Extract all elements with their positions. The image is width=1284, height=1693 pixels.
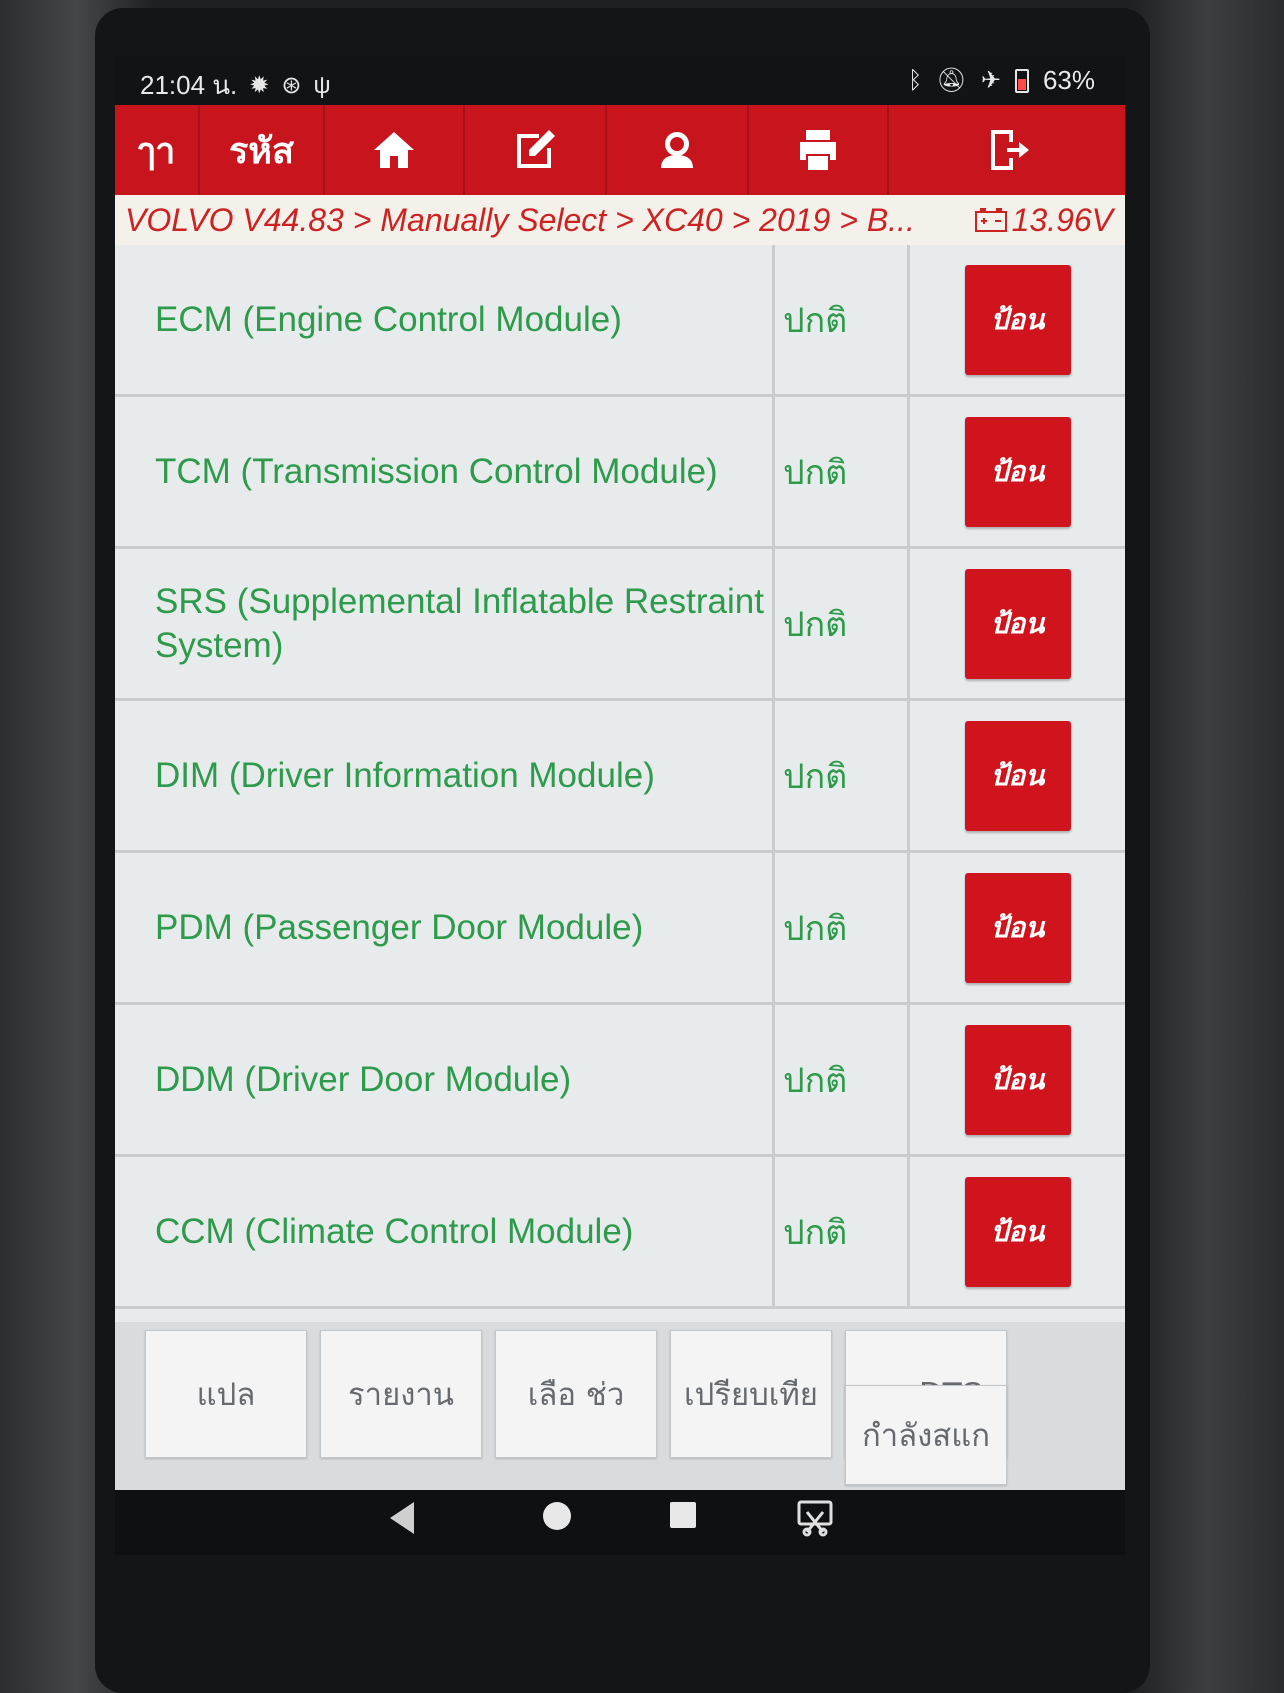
module-action-cell: ป้อน	[910, 549, 1125, 698]
module-status: ปกติ	[775, 701, 910, 850]
module-action-cell: ป้อน	[910, 1005, 1125, 1154]
module-name: CCM (Climate Control Module)	[115, 1157, 775, 1306]
module-name: ECM (Engine Control Module)	[115, 245, 775, 394]
module-status: ปกติ	[775, 549, 910, 698]
enter-button[interactable]: ป้อน	[964, 872, 1071, 983]
compare-button[interactable]: เปรียบเทีย	[670, 1330, 832, 1458]
module-name: PDM (Passenger Door Module)	[115, 853, 775, 1002]
enter-button[interactable]: ป้อน	[964, 568, 1071, 679]
home-nav-icon[interactable]	[543, 1502, 571, 1530]
recent-apps-icon[interactable]	[670, 1502, 696, 1528]
module-row: DIM (Driver Information Module) ปกติ ป้อ…	[115, 701, 1125, 853]
status-right: ᛒ 🔕︎ ✈ 63%	[908, 65, 1095, 96]
code-label: รหัส	[228, 130, 295, 172]
module-row: ECM (Engine Control Module) ปกติ ป้อน	[115, 245, 1125, 397]
translate-button[interactable]: แปล	[145, 1330, 307, 1458]
user-support-icon	[661, 132, 693, 168]
battery-icon	[1014, 68, 1029, 93]
enter-button[interactable]: ป้อน	[964, 416, 1071, 527]
module-action-cell: ป้อน	[910, 701, 1125, 850]
voltage-value: 13.96V	[1011, 201, 1113, 238]
module-status: ปกติ	[775, 245, 910, 394]
enter-button[interactable]: ป้อน	[964, 1176, 1071, 1287]
muted-bell-icon: 🔕︎	[936, 67, 967, 94]
enter-button[interactable]: ป้อน	[964, 1024, 1071, 1135]
status-bar: 21:04 น. ✹ ⊛ ψ ᛒ 🔕︎ ✈ 63%	[115, 55, 1125, 105]
module-name: SRS (Supplemental Inflatable Restraint S…	[115, 549, 775, 698]
enter-button[interactable]: ป้อน	[964, 720, 1071, 831]
module-name: DDM (Driver Door Module)	[115, 1005, 775, 1154]
module-list: ECM (Engine Control Module) ปกติ ป้อน TC…	[115, 245, 1125, 1322]
edit-icon	[517, 130, 555, 168]
select-button[interactable]: เลือ ช่ว	[495, 1330, 657, 1458]
module-row: SRS (Supplemental Inflatable Restraint S…	[115, 549, 1125, 701]
module-row: DDM (Driver Door Module) ปกติ ป้อน	[115, 1005, 1125, 1157]
module-action-cell: ป้อน	[910, 245, 1125, 394]
home-button[interactable]	[325, 105, 465, 195]
user-support-button[interactable]	[607, 105, 749, 195]
bluetooth-icon: ᛒ	[907, 66, 923, 94]
module-status: ปกติ	[775, 1005, 910, 1154]
module-action-cell: ป้อน	[910, 853, 1125, 1002]
code-button[interactable]: รหัส	[200, 105, 325, 195]
system-nav-bar	[115, 1490, 1125, 1555]
module-status: ปกติ	[775, 1157, 910, 1306]
stethoscope-icon: ψ	[313, 71, 331, 99]
print-icon	[800, 130, 836, 170]
back-button[interactable]: ๅา	[115, 105, 200, 195]
status-time: 21:04 น.	[140, 70, 238, 100]
screen: 21:04 น. ✹ ⊛ ψ ᛒ 🔕︎ ✈ 63% ๅา รหัส VOLVO …	[115, 55, 1125, 1555]
exit-button[interactable]	[889, 105, 1125, 195]
exit-icon	[991, 130, 1029, 170]
back-label: ๅา	[137, 130, 176, 172]
breadcrumb: VOLVO V44.83 > Manually Select > XC40 > …	[115, 195, 1125, 246]
report-button[interactable]: รายงาน	[320, 1330, 482, 1458]
module-status: ปกติ	[775, 853, 910, 1002]
module-name: TCM (Transmission Control Module)	[115, 397, 775, 546]
scanning-button[interactable]: กำลังสแก	[845, 1385, 1007, 1485]
module-status: ปกติ	[775, 397, 910, 546]
module-row: PDM (Passenger Door Module) ปกติ ป้อน	[115, 853, 1125, 1005]
airplane-icon: ✈	[980, 67, 1001, 94]
back-nav-icon[interactable]	[390, 1502, 414, 1534]
module-row: CCM (Climate Control Module) ปกติ ป้อน	[115, 1157, 1125, 1309]
module-row: TCM (Transmission Control Module) ปกติ ป…	[115, 397, 1125, 549]
battery-percent: 63%	[1042, 65, 1095, 95]
edit-button[interactable]	[465, 105, 607, 195]
car-battery-icon	[974, 208, 1007, 232]
scissors-icon	[797, 1500, 833, 1537]
top-toolbar: ๅา รหัส	[115, 105, 1125, 195]
gear-icon: ✹	[249, 72, 270, 99]
screenshot-nav-icon[interactable]	[795, 1498, 835, 1542]
module-name: DIM (Driver Information Module)	[115, 701, 775, 850]
status-left: 21:04 น. ✹ ⊛ ψ	[140, 65, 331, 106]
module-action-cell: ป้อน	[910, 1157, 1125, 1306]
enter-button[interactable]: ป้อน	[964, 264, 1071, 375]
print-button[interactable]	[749, 105, 889, 195]
home-icon	[374, 132, 414, 168]
module-action-cell: ป้อน	[910, 397, 1125, 546]
voltage-indicator: 13.96V	[974, 202, 1125, 239]
android-debug-icon: ⊛	[281, 72, 302, 99]
breadcrumb-path[interactable]: VOLVO V44.83 > Manually Select > XC40 > …	[115, 202, 915, 239]
